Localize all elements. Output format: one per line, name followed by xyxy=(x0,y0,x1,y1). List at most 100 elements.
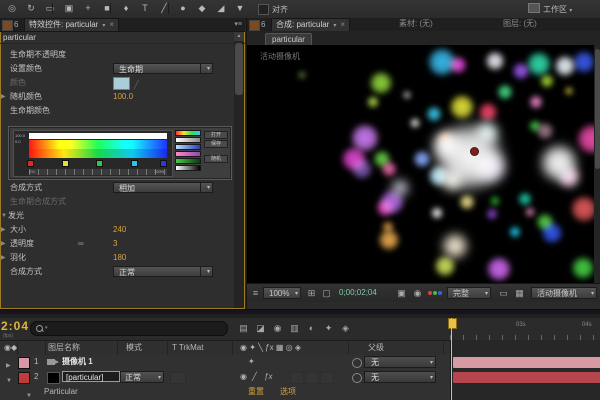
brainstorm-icon[interactable]: ✦ xyxy=(321,322,336,335)
tab-footage[interactable]: 素材: (无) xyxy=(395,18,437,30)
tab-dropdown-icon[interactable]: ▾ xyxy=(333,23,336,29)
gradient-stop[interactable] xyxy=(160,160,167,167)
trkmat-header[interactable]: T TrkMat xyxy=(172,341,203,354)
draft-3d-icon[interactable]: ◪ xyxy=(253,322,268,335)
snapshot-icon[interactable]: ▣ xyxy=(395,287,408,299)
glow-size-value[interactable]: 240 xyxy=(113,223,126,237)
gradient-random-button[interactable]: 随机 xyxy=(204,155,228,163)
twirl-icon[interactable]: ▼ xyxy=(26,389,32,400)
layer-bar-particular[interactable] xyxy=(453,372,600,383)
effect-reset-link[interactable]: 重置 xyxy=(248,385,264,399)
layer-row-particular[interactable]: ▼ 2 [particular] 正常 ◉ ╱ ƒx 无 xyxy=(0,370,450,386)
track-camera-tool-icon[interactable]: ▭ xyxy=(42,2,58,15)
twirl-icon[interactable]: ▶ xyxy=(1,90,6,104)
switch-box[interactable] xyxy=(290,372,304,384)
switch-box[interactable] xyxy=(305,372,319,384)
track-area[interactable] xyxy=(450,340,600,400)
eraser-tool-icon[interactable]: ◢ xyxy=(213,2,229,15)
gradient-preset-swatch[interactable] xyxy=(175,144,201,150)
workspace-control[interactable]: 工作区 ▾ xyxy=(528,3,572,15)
brush-tool-icon[interactable]: ● xyxy=(175,2,191,15)
panel-icon[interactable] xyxy=(2,20,13,31)
parent-dropdown[interactable]: 无 xyxy=(364,371,436,384)
menu-icon[interactable]: ≡ xyxy=(249,287,262,299)
switch-box[interactable] xyxy=(320,372,334,384)
glow-feather-value[interactable]: 180 xyxy=(113,251,126,265)
layer-name-input[interactable]: [particular] xyxy=(62,371,120,382)
layer-bar-camera[interactable] xyxy=(453,357,600,368)
pen-tool-icon[interactable]: ╱ xyxy=(156,2,172,15)
orbit-camera-tool-icon[interactable]: ↻ xyxy=(23,2,39,15)
gradient-save-button[interactable]: 保存 xyxy=(204,140,228,148)
tab-close-icon[interactable]: × xyxy=(340,20,345,29)
glow-transfer-dropdown[interactable]: 正常 xyxy=(113,266,213,278)
gradient-preset-swatch[interactable] xyxy=(175,151,201,157)
timeline-search-input[interactable]: ▾ xyxy=(30,321,228,336)
panel-menu-icon[interactable]: ▾≡ xyxy=(234,20,242,28)
composition-viewport[interactable]: 活动摄像机 xyxy=(247,45,594,283)
mode-header[interactable]: 模式 xyxy=(126,341,142,354)
panel-icon[interactable] xyxy=(249,20,260,31)
gradient-alpha-bar[interactable] xyxy=(29,133,167,139)
glow-opacity-value[interactable]: 3 xyxy=(113,237,117,251)
layer-name-header[interactable]: 图层名称 xyxy=(48,341,80,354)
gradient-preset-swatch[interactable] xyxy=(175,165,201,171)
parent-header[interactable]: 父级 xyxy=(368,341,384,354)
mask-visibility-icon[interactable]: ▢ xyxy=(320,287,333,299)
video-switch-icon[interactable]: ◉ xyxy=(240,370,247,384)
frame-blending-icon[interactable]: ▥ xyxy=(287,322,302,335)
parent-pickwhip-icon[interactable] xyxy=(352,358,362,368)
solo-switch-icon[interactable]: ✦ xyxy=(248,355,255,369)
tab-effect-controls[interactable]: 特效控件: particular ▾ × xyxy=(24,18,120,31)
tab-close-icon[interactable]: × xyxy=(109,20,114,29)
transparency-grid-icon[interactable]: ▦ xyxy=(513,287,526,299)
fx-switch-icon[interactable]: ƒx xyxy=(264,370,272,384)
puppet-pin-tool-icon[interactable]: ▼ xyxy=(232,2,248,15)
zoom-tool-icon[interactable]: ◎ xyxy=(4,2,20,15)
label-color-chip[interactable] xyxy=(18,372,30,384)
region-of-interest-icon[interactable]: ▭ xyxy=(497,287,510,299)
transfer-mode-dropdown[interactable]: 相加 xyxy=(113,182,213,194)
channel-icon[interactable] xyxy=(428,287,443,299)
gradient-color-ramp[interactable] xyxy=(29,140,167,158)
current-time-indicator[interactable] xyxy=(451,318,452,400)
align-checkbox[interactable] xyxy=(258,4,269,15)
color-swatch[interactable] xyxy=(113,77,130,90)
scrollbar-thumb[interactable] xyxy=(235,43,243,95)
param-opacity-over-life[interactable]: 生命期不透明度 xyxy=(0,48,232,62)
layer-row-camera[interactable]: ▶ 1 摄像机 1 ✦ 无 xyxy=(0,355,450,371)
hide-shy-layers-icon[interactable]: ◉ xyxy=(270,322,285,335)
type-tool-icon[interactable]: T xyxy=(137,2,153,15)
resolution-dropdown[interactable]: 完整 xyxy=(447,287,491,300)
current-time-display[interactable]: 2:04 xyxy=(1,319,29,333)
magnification-dropdown[interactable]: 100% xyxy=(263,287,301,300)
parent-pickwhip-icon[interactable] xyxy=(352,373,362,383)
gradient-stop[interactable] xyxy=(62,160,69,167)
gradient-ruler[interactable] xyxy=(29,169,167,175)
search-options-icon[interactable]: ▾ xyxy=(45,325,48,331)
twirl-icon[interactable]: ▶ xyxy=(1,237,6,251)
gradient-preset-swatch[interactable] xyxy=(175,137,201,143)
dolly-camera-tool-icon[interactable]: ▣ xyxy=(61,2,77,15)
set-color-dropdown[interactable]: 生命期 xyxy=(113,63,213,75)
gradient-stop[interactable] xyxy=(27,160,34,167)
label-color-chip[interactable] xyxy=(18,357,30,369)
tab-layer[interactable]: 图层: (无) xyxy=(499,18,541,30)
viewer-scrollbar[interactable] xyxy=(594,45,600,283)
color-random-value[interactable]: 100.0 xyxy=(113,90,133,104)
composition-mini-flowchart-icon[interactable]: ▤ xyxy=(236,322,251,335)
motion-blur-icon[interactable]: ◐ xyxy=(304,322,319,335)
pan-behind-tool-icon[interactable]: + xyxy=(80,2,96,15)
layer-name[interactable]: 摄像机 1 xyxy=(62,355,93,369)
parent-dropdown[interactable]: 无 xyxy=(364,356,436,369)
show-snapshot-icon[interactable]: ◉ xyxy=(411,287,424,299)
time-ruler[interactable]: 03s 04s xyxy=(450,318,600,341)
gradient-stop[interactable] xyxy=(96,160,103,167)
gradient-preset-swatch[interactable] xyxy=(175,158,201,164)
twirl-icon[interactable]: ▶ xyxy=(1,251,6,265)
twirl-icon[interactable]: ▼ xyxy=(1,209,7,223)
lock-switch-icon[interactable]: ╱ xyxy=(252,370,257,384)
view-camera-dropdown[interactable]: 活动摄像机 xyxy=(531,287,597,300)
trkmat-dropdown[interactable] xyxy=(170,372,186,384)
tab-dropdown-icon[interactable]: ▾ xyxy=(102,23,105,29)
